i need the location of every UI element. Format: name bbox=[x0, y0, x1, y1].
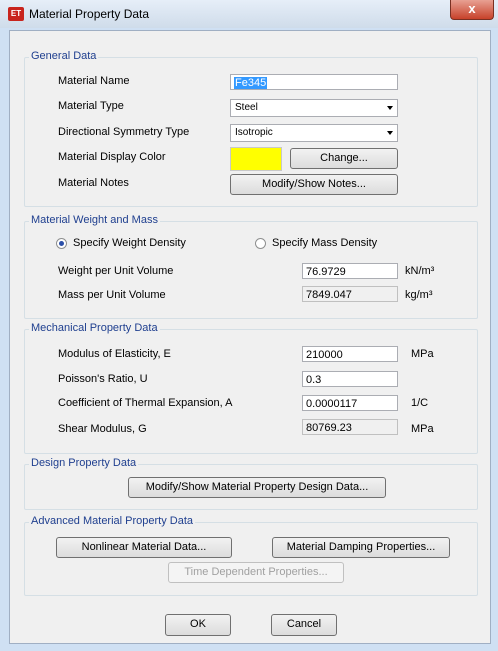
mass-unit: kg/m³ bbox=[405, 289, 433, 301]
mechanical-title: Mechanical Property Data bbox=[29, 322, 160, 334]
weight-per-volume-label: Weight per Unit Volume bbox=[58, 265, 174, 277]
chevron-down-icon bbox=[387, 131, 393, 135]
weight-unit: kN/m³ bbox=[405, 265, 435, 277]
symmetry-value: Isotropic bbox=[235, 127, 273, 138]
app-icon: ET bbox=[8, 7, 24, 21]
shear-modulus-unit: MPa bbox=[411, 423, 434, 435]
poisson-label: Poisson's Ratio, U bbox=[58, 373, 148, 385]
weight-density-label[interactable]: Specify Weight Density bbox=[73, 237, 186, 249]
weight-per-volume-input[interactable]: 76.9729 bbox=[302, 263, 398, 279]
dialog-body: General Data Material Name Fe345 Materia… bbox=[9, 30, 491, 644]
material-type-value: Steel bbox=[235, 102, 258, 113]
mass-density-radio[interactable] bbox=[255, 238, 266, 249]
poisson-input[interactable]: 0.3 bbox=[302, 371, 398, 387]
color-swatch[interactable] bbox=[230, 147, 282, 171]
shear-modulus-label: Shear Modulus, G bbox=[58, 423, 147, 435]
symmetry-label: Directional Symmetry Type bbox=[58, 126, 190, 138]
ok-button[interactable]: OK bbox=[165, 614, 231, 636]
advanced-group: Advanced Material Property Data bbox=[24, 515, 478, 596]
cancel-button[interactable]: Cancel bbox=[271, 614, 337, 636]
close-button[interactable]: x bbox=[450, 0, 494, 20]
elasticity-input[interactable]: 210000 bbox=[302, 346, 398, 362]
modify-notes-button[interactable]: Modify/Show Notes... bbox=[230, 174, 398, 195]
window-title: Material Property Data bbox=[29, 7, 150, 21]
material-name-value: Fe345 bbox=[234, 77, 268, 89]
mass-density-label[interactable]: Specify Mass Density bbox=[272, 237, 377, 249]
shear-modulus-input[interactable]: 80769.23 bbox=[302, 419, 398, 435]
nonlinear-data-button[interactable]: Nonlinear Material Data... bbox=[56, 537, 232, 558]
mass-per-volume-input[interactable]: 7849.047 bbox=[302, 286, 398, 302]
material-type-label: Material Type bbox=[58, 100, 124, 112]
material-type-select[interactable]: Steel bbox=[230, 99, 398, 117]
design-title: Design Property Data bbox=[29, 457, 139, 469]
title-bar: ET Material Property Data x bbox=[0, 0, 498, 28]
display-color-label: Material Display Color bbox=[58, 151, 166, 163]
dialog-window: ET Material Property Data x General Data… bbox=[0, 0, 498, 651]
material-name-input[interactable]: Fe345 bbox=[230, 74, 398, 90]
material-notes-label: Material Notes bbox=[58, 177, 129, 189]
thermal-expansion-label: Coefficient of Thermal Expansion, A bbox=[58, 397, 233, 409]
thermal-expansion-input[interactable]: 0.0000117 bbox=[302, 395, 398, 411]
design-data-button[interactable]: Modify/Show Material Property Design Dat… bbox=[128, 477, 386, 498]
general-data-title: General Data bbox=[29, 50, 99, 62]
change-color-button[interactable]: Change... bbox=[290, 148, 398, 169]
mass-per-volume-label: Mass per Unit Volume bbox=[58, 289, 166, 301]
weight-mass-title: Material Weight and Mass bbox=[29, 214, 160, 226]
damping-properties-button[interactable]: Material Damping Properties... bbox=[272, 537, 450, 558]
thermal-expansion-unit: 1/C bbox=[411, 397, 429, 409]
elasticity-label: Modulus of Elasticity, E bbox=[58, 348, 171, 360]
chevron-down-icon bbox=[387, 106, 393, 110]
time-dependent-button[interactable]: Time Dependent Properties... bbox=[168, 562, 344, 583]
elasticity-unit: MPa bbox=[411, 348, 434, 360]
material-name-label: Material Name bbox=[58, 75, 130, 87]
weight-density-radio[interactable] bbox=[56, 238, 67, 249]
advanced-title: Advanced Material Property Data bbox=[29, 515, 196, 527]
symmetry-select[interactable]: Isotropic bbox=[230, 124, 398, 142]
